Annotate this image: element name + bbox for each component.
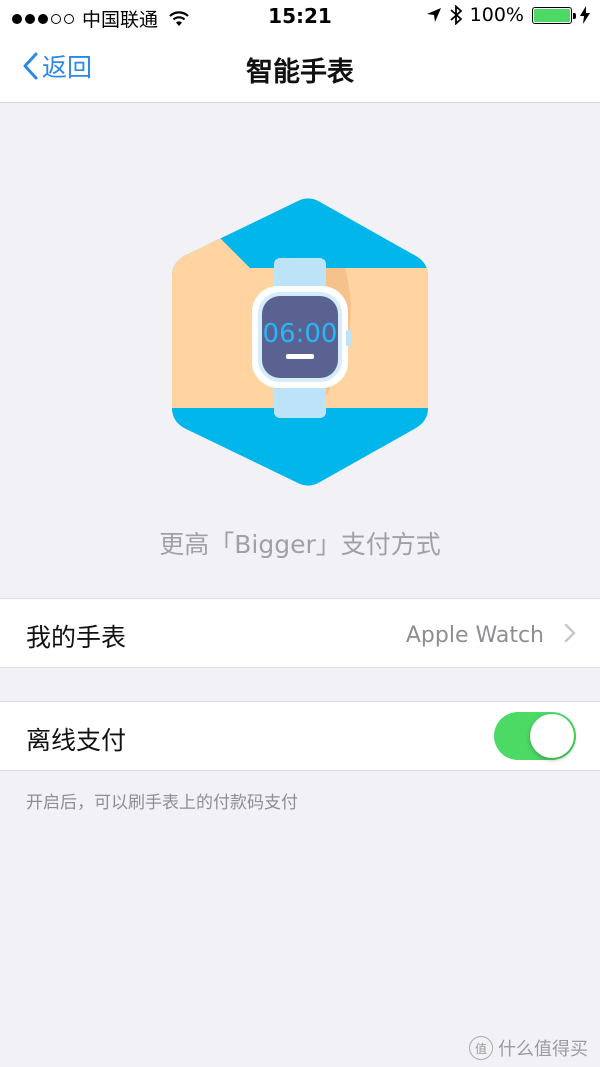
- offline-pay-footnote: 开启后，可以刷手表上的付款码支付: [26, 793, 298, 813]
- status-bar: 中国联通 15:21 100%: [0, 0, 600, 34]
- charging-bolt-icon: [580, 6, 590, 24]
- nav-bar: 返回 智能手表: [0, 34, 600, 103]
- offline-pay-label: 离线支付: [26, 726, 127, 755]
- smartwatch-illustration: 06:00: [172, 198, 428, 486]
- page-title: 智能手表: [246, 57, 354, 88]
- my-watch-row[interactable]: 我的手表 Apple Watch: [0, 598, 600, 668]
- my-watch-label: 我的手表: [26, 623, 127, 652]
- offline-pay-row: 离线支付: [0, 701, 600, 771]
- offline-pay-toggle[interactable]: [494, 712, 576, 760]
- watermark-badge: 值: [469, 1036, 493, 1060]
- bluetooth-icon: [450, 5, 462, 25]
- location-arrow-icon: [426, 8, 441, 22]
- watermark-text: 什么值得买: [498, 1039, 588, 1060]
- toggle-knob: [530, 714, 574, 758]
- hero-caption: 更高「Bigger」支付方式: [159, 530, 441, 559]
- status-right: 100%: [426, 4, 590, 26]
- watch-time: 06:00: [263, 319, 338, 349]
- battery-fill: [534, 8, 570, 22]
- battery-icon: [532, 6, 576, 24]
- chevron-right-icon: [564, 623, 576, 643]
- battery-percent: 100%: [469, 4, 524, 26]
- my-watch-value: Apple Watch: [405, 623, 544, 648]
- watermark: 值 什么值得买: [469, 1035, 588, 1061]
